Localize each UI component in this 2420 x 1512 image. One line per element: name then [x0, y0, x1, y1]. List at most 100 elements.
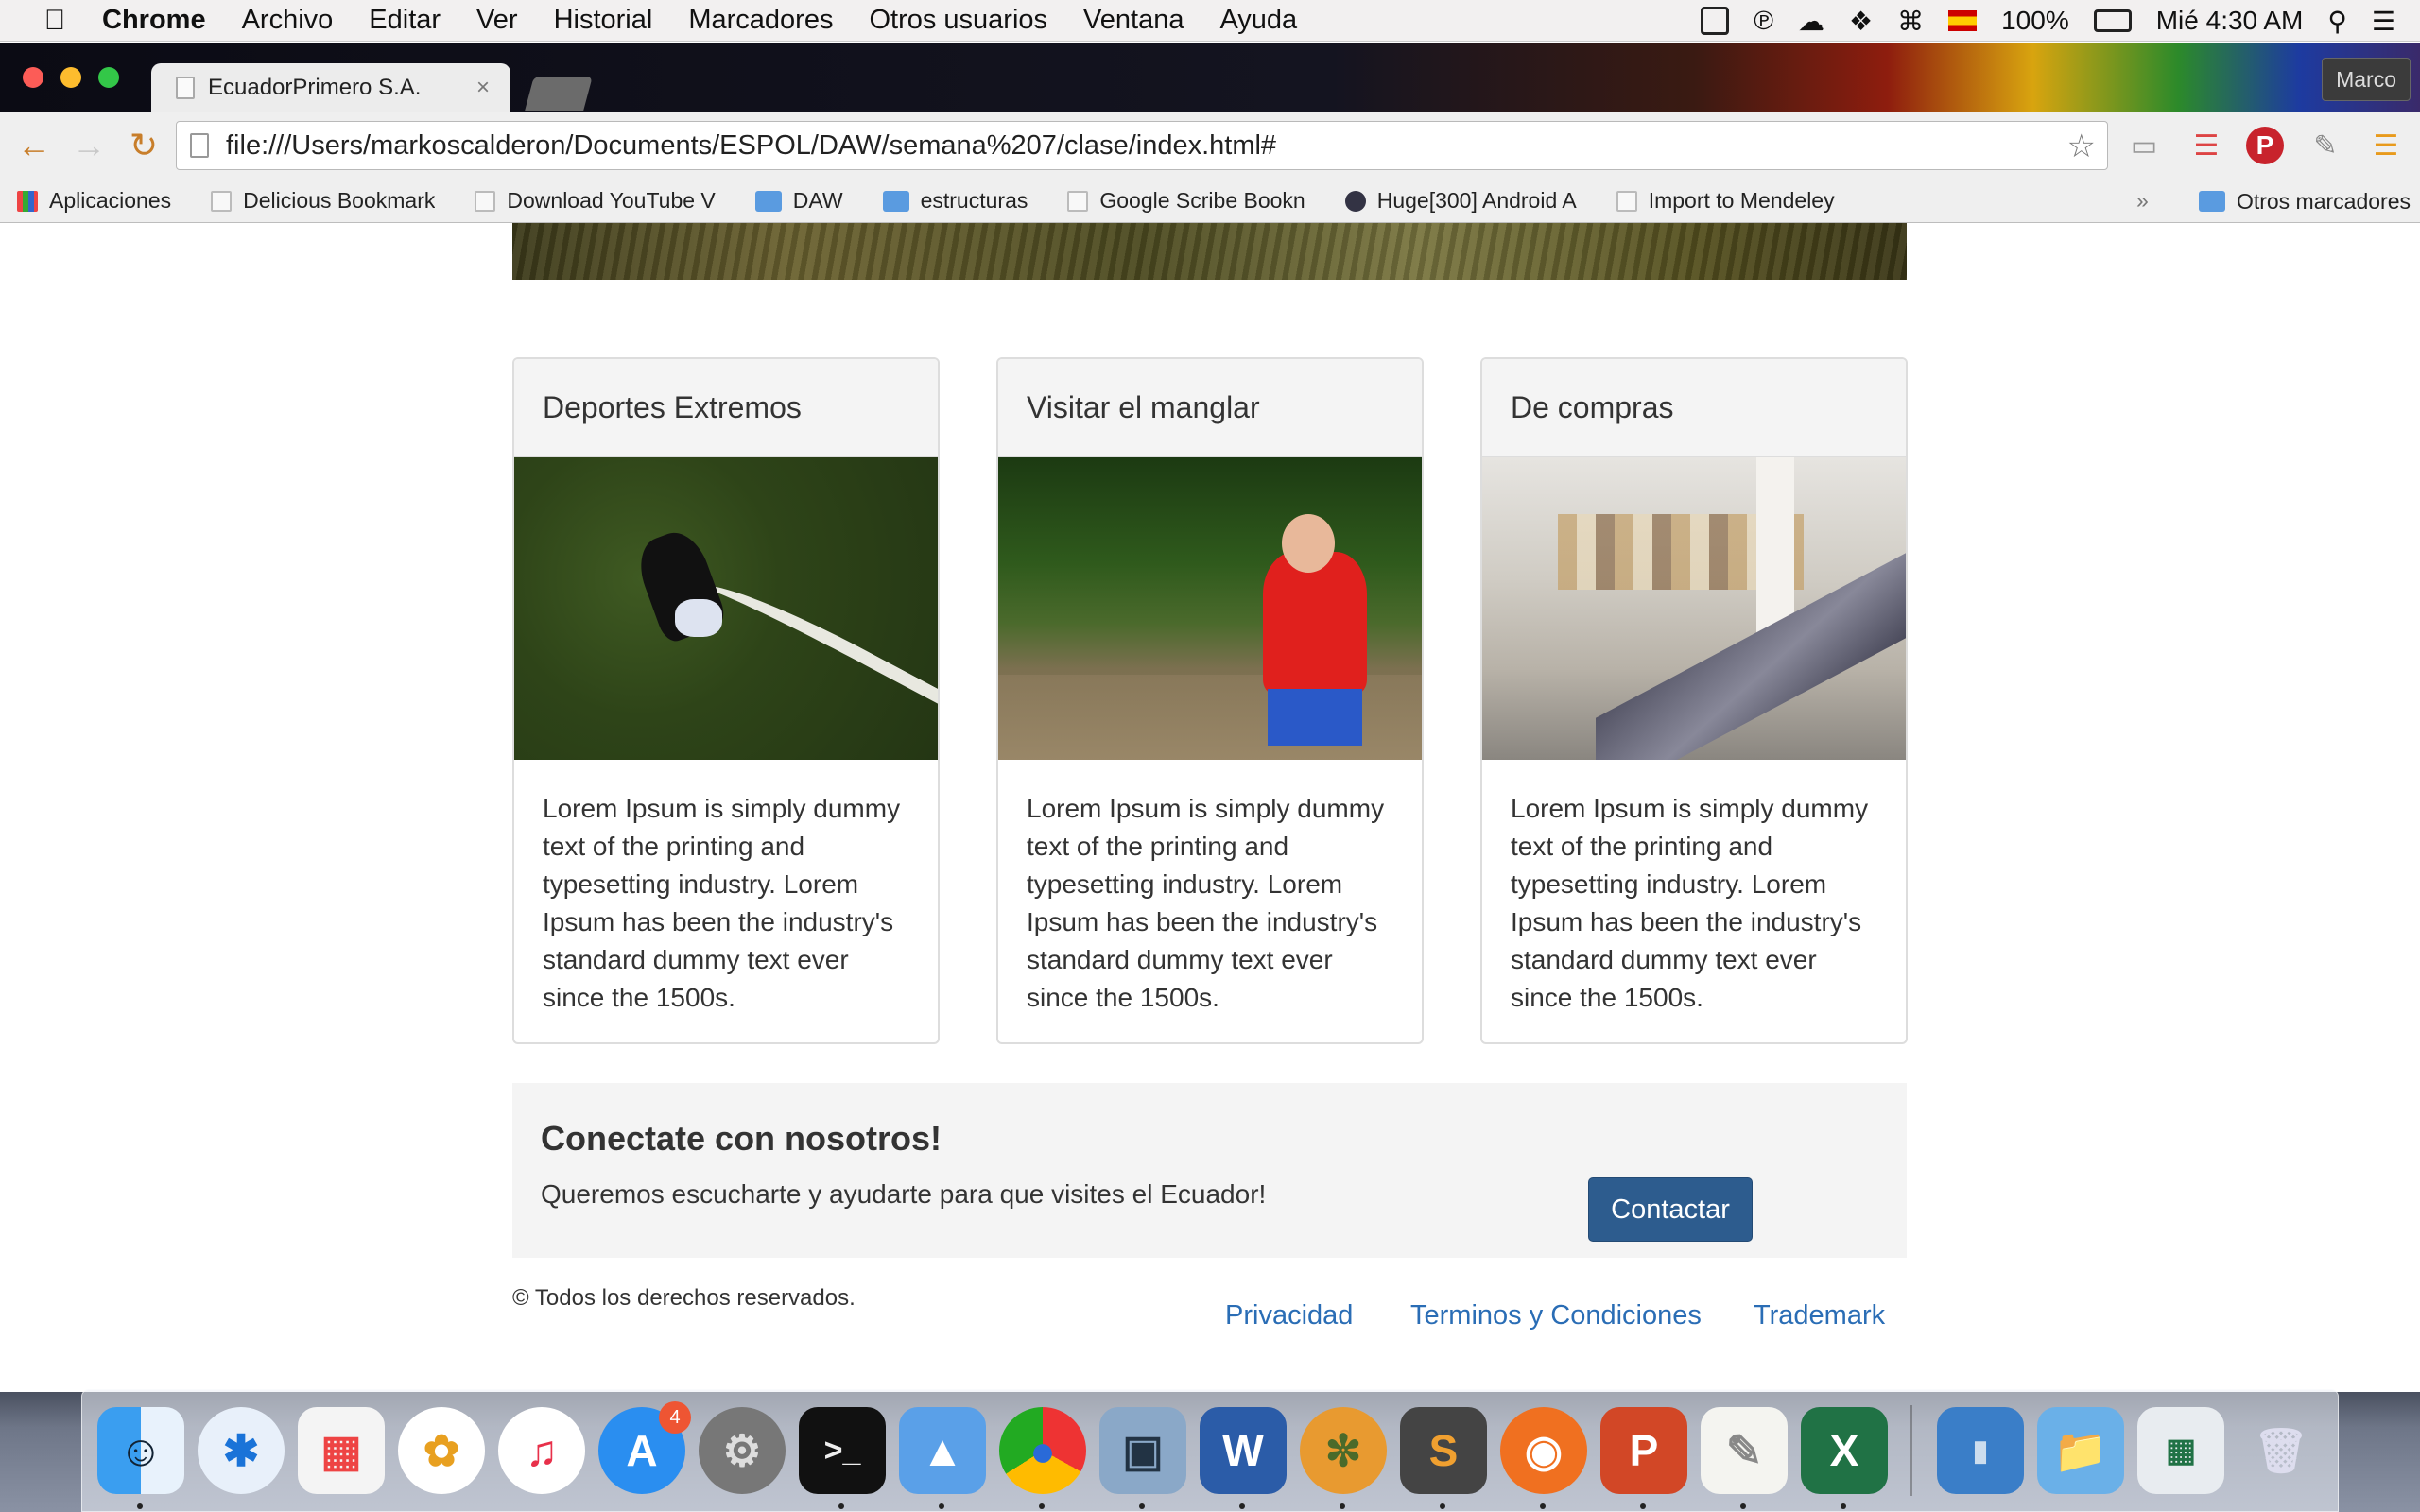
launchpad-icon[interactable]: ▦ [298, 1407, 385, 1494]
finder-icon[interactable]: ☺ [97, 1407, 184, 1509]
menu-archivo[interactable]: Archivo [242, 5, 334, 36]
address-url[interactable]: file:///Users/markoscalderon/Documents/E… [226, 130, 1276, 162]
folder-icon [754, 190, 782, 212]
clock[interactable]: Mié 4:30 AM [2156, 6, 2304, 36]
wifi-icon[interactable]: ⌘ [1897, 6, 1924, 37]
apps-icon [17, 190, 38, 212]
window-minimize-button[interactable] [60, 67, 81, 88]
word-icon[interactable]: W [1200, 1407, 1287, 1509]
folder-icon [2198, 191, 2225, 212]
bookmarks-bar: Aplicaciones Delicious Bookmark Download… [0, 180, 2420, 223]
bookmark-label: Huge[300] Android A [1376, 188, 1577, 213]
app-store-badge: 4 [659, 1401, 691, 1434]
archive-7zx-icon[interactable]: ▮ [1937, 1407, 2024, 1494]
spotlight-search-icon[interactable]: ⚲ [2327, 6, 2347, 37]
menu-chrome[interactable]: Chrome [102, 5, 206, 36]
chrome-icon[interactable]: ● [999, 1407, 1086, 1509]
bookmark-folder-estructuras[interactable]: estructuras [882, 188, 1028, 214]
pinterest-extension-icon[interactable]: P [2246, 127, 2284, 164]
dropbox-icon[interactable]: ❖ [1849, 6, 1873, 37]
bookmarks-overflow-chevron-icon[interactable]: » [2136, 188, 2149, 214]
battery-icon[interactable] [2093, 9, 2132, 32]
bookmark-google-scribe[interactable]: Google Scribe Bookn [1067, 188, 1305, 214]
menu-ayuda[interactable]: Ayuda [1219, 5, 1297, 36]
bookmark-label: Google Scribe Bookn [1099, 188, 1305, 213]
bookmark-label: DAW [792, 188, 843, 213]
bookmark-label: Download YouTube V [507, 188, 716, 213]
browser-title-bar: EcuadorPrimero S.A. × Marco [0, 43, 2420, 112]
page-icon [475, 190, 496, 212]
forward-arrow-icon[interactable]: → [68, 125, 110, 166]
bookmark-other-folder[interactable]: Otros marcadores [2198, 180, 2411, 223]
new-tab-button[interactable] [525, 77, 593, 111]
window-maximize-button[interactable] [98, 67, 119, 88]
reload-icon[interactable]: ↻ [123, 125, 164, 166]
bookmark-aplicaciones[interactable]: Aplicaciones [17, 188, 171, 214]
downloads-folder-icon[interactable]: 📁 [2037, 1407, 2124, 1494]
system-preferences-icon[interactable]: ⚙ [699, 1407, 786, 1494]
bookmark-huge-android[interactable]: Huge[300] Android A [1344, 188, 1577, 214]
connect-text: Queremos escucharte y ayudarte para que … [541, 1179, 1267, 1209]
menu-historial[interactable]: Historial [554, 5, 653, 36]
bookmark-import-mendeley[interactable]: Import to Mendeley [1616, 188, 1835, 214]
bookmark-star-icon[interactable]: ☆ [2067, 128, 2096, 165]
card-title: Deportes Extremos [514, 359, 938, 457]
connect-panel: Conectate con nosotros! Queremos escucha… [512, 1083, 1907, 1258]
page-icon [1616, 190, 1637, 212]
todoist-extension-icon[interactable]: ☰ [2187, 127, 2225, 164]
keynote-icon[interactable]: ▲ [899, 1407, 986, 1509]
card-title: Visitar el manglar [998, 359, 1422, 457]
preview-icon[interactable]: ▣ [1099, 1407, 1186, 1509]
creative-cloud-icon[interactable]: ☁ [1798, 6, 1824, 37]
input-source-flag-icon[interactable] [1948, 10, 1978, 31]
app-store-icon[interactable]: A4 [598, 1401, 691, 1494]
connect-title: Conectate con nosotros! [541, 1119, 942, 1158]
bookmark-label: Delicious Bookmark [243, 188, 436, 213]
window-close-button[interactable] [23, 67, 43, 88]
photos-icon[interactable]: ✿ [398, 1407, 485, 1494]
bookmark-delicious[interactable]: Delicious Bookmark [211, 188, 435, 214]
itunes-icon[interactable]: ♫ [498, 1407, 585, 1494]
safari-icon[interactable]: ✱ [198, 1407, 285, 1494]
address-bar[interactable]: file:///Users/markoscalderon/Documents/E… [176, 121, 2108, 170]
bookmark-app-icon[interactable] [1701, 7, 1730, 35]
page-viewport: Deportes Extremos Lorem Ipsum is simply … [0, 223, 2420, 1392]
extension-icon[interactable]: ✎ [2307, 127, 2344, 164]
spreadsheet-document-icon[interactable]: ▦ [2137, 1407, 2224, 1494]
tab-favicon-icon [176, 77, 195, 99]
sublime-text-icon[interactable]: S [1400, 1407, 1487, 1509]
menu-otros-usuarios[interactable]: Otros usuarios [869, 5, 1047, 36]
menu-ver[interactable]: Ver [476, 5, 518, 36]
terminal-icon[interactable]: >_ [799, 1407, 886, 1509]
page-info-icon[interactable] [190, 133, 209, 158]
mysql-workbench-icon[interactable]: ✼ [1300, 1407, 1387, 1509]
footer-link-privacidad[interactable]: Privacidad [1225, 1300, 1353, 1332]
excel-icon[interactable]: X [1801, 1407, 1888, 1509]
macos-dock: ☺ ✱ ▦ ✿ ♫ A4 ⚙ >_ ▲ ● ▣ W ✼ S ◉ P ✎ X ▮ … [81, 1389, 2339, 1512]
menu-editar[interactable]: Editar [369, 5, 441, 36]
cast-icon[interactable]: ▭ [2125, 127, 2163, 164]
footer-link-terminos[interactable]: Terminos y Condiciones [1410, 1300, 1702, 1332]
textedit-icon[interactable]: ✎ [1701, 1407, 1788, 1509]
card-deportes-extremos: Deportes Extremos Lorem Ipsum is simply … [512, 357, 940, 1044]
back-arrow-icon[interactable]: ← [13, 125, 55, 166]
apple-menu-icon[interactable]:  [36, 5, 74, 37]
chrome-menu-icon[interactable]: ☰ [2367, 127, 2405, 164]
powerpoint-icon[interactable]: P [1600, 1407, 1687, 1509]
menu-marcadores[interactable]: Marcadores [688, 5, 833, 36]
menu-ventana[interactable]: Ventana [1083, 5, 1184, 36]
notification-center-icon[interactable]: ☰ [2372, 6, 2395, 37]
tab-close-icon[interactable]: × [476, 75, 490, 101]
bookmark-folder-daw[interactable]: DAW [754, 188, 843, 214]
contact-button[interactable]: Contactar [1588, 1177, 1753, 1242]
tab-active[interactable]: EcuadorPrimero S.A. × [151, 63, 510, 112]
bookmark-label: Import to Mendeley [1648, 188, 1835, 213]
footer-link-trademark[interactable]: Trademark [1754, 1300, 1885, 1332]
bookmark-label: Otros marcadores [2236, 188, 2411, 214]
bookmark-download-youtube[interactable]: Download YouTube V [475, 188, 716, 214]
folder-icon [882, 190, 909, 212]
trash-icon[interactable]: 🗑 [2238, 1407, 2325, 1494]
adobe-icon[interactable]: ℗ [1754, 6, 1773, 36]
firefox-icon[interactable]: ◉ [1500, 1407, 1587, 1509]
profile-button[interactable]: Marco [2322, 58, 2411, 101]
